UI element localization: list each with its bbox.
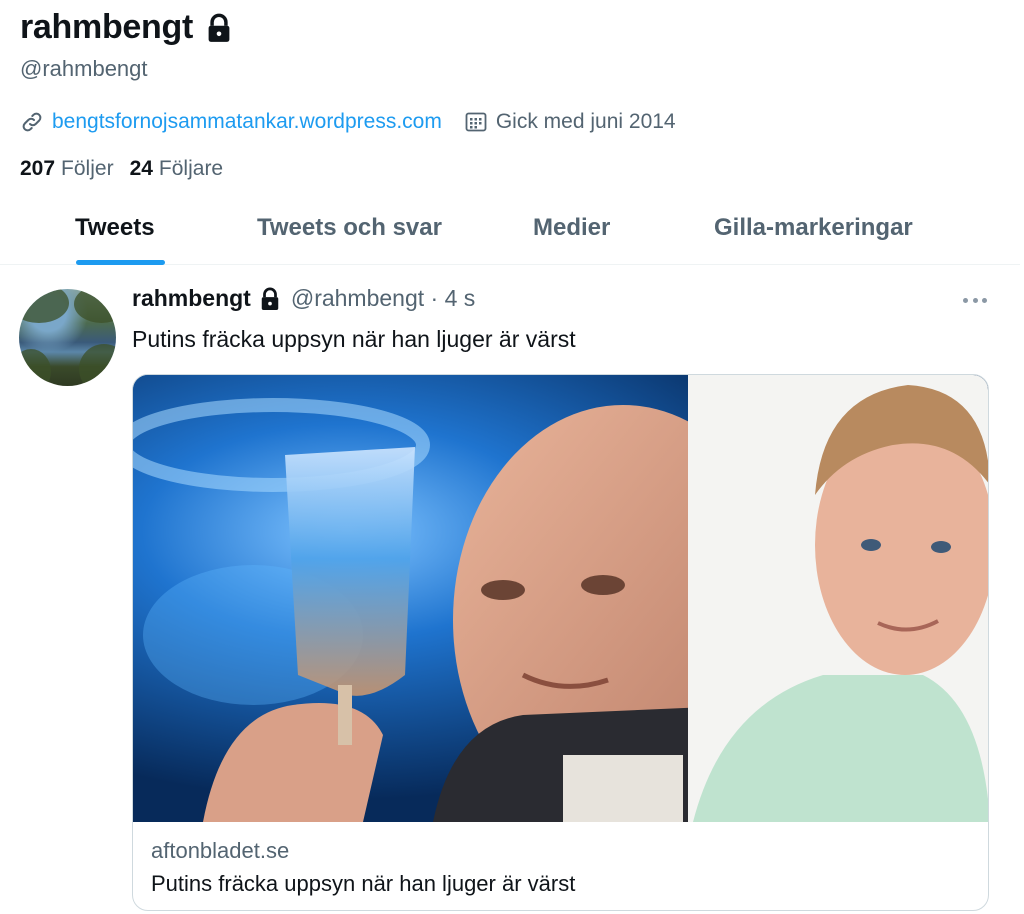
tweet-author-name[interactable]: rahmbengt [132, 285, 251, 312]
more-options-button[interactable] [960, 290, 990, 310]
tweet-author-handle[interactable]: @rahmbengt · 4 s [291, 285, 475, 312]
following-link[interactable]: 207 Följer [20, 157, 114, 181]
profile-handle: @rahmbengt [20, 56, 148, 81]
tab-media[interactable]: Medier [533, 214, 610, 242]
tweet-header: rahmbengt @rahmbengt · 4 s [132, 285, 475, 312]
active-tab-indicator [76, 260, 165, 265]
lock-icon [205, 13, 233, 43]
tweet-text: Putins fräcka uppsyn när han ljuger är v… [132, 326, 576, 352]
followers-count: 24 [129, 157, 153, 180]
calendar-icon [464, 110, 488, 134]
profile-meta: bengtsfornojsammatankar.wordpress.com Gi… [20, 110, 676, 134]
lock-icon [259, 287, 281, 311]
profile-name-row: rahmbengt [20, 8, 233, 47]
tab-likes[interactable]: Gilla-markeringar [714, 214, 913, 242]
tweet-time: 4 s [444, 285, 476, 311]
profile-website-link[interactable]: bengtsfornojsammatankar.wordpress.com [52, 110, 442, 134]
following-label: Följer [61, 157, 114, 180]
profile-tabs: Tweets Tweets och svar Medier Gilla-mark… [0, 200, 1020, 265]
avatar[interactable] [19, 289, 116, 386]
follow-stats: 207 Följer 24 Följare [20, 157, 239, 181]
following-count: 207 [20, 157, 56, 180]
joined-date: Gick med juni 2014 [495, 110, 676, 133]
card-title: Putins fräcka uppsyn när han ljuger är v… [151, 871, 576, 896]
tab-tweets[interactable]: Tweets [75, 214, 155, 242]
card-photo-illustration [133, 375, 988, 822]
followers-link[interactable]: 24 Följare [130, 157, 224, 181]
followers-label: Följare [158, 157, 224, 180]
link-card[interactable]: aftonbladet.se Putins fräcka uppsyn när … [132, 374, 989, 911]
profile-display-name: rahmbengt [20, 8, 193, 46]
tab-tweets-and-replies[interactable]: Tweets och svar [257, 214, 442, 242]
card-domain: aftonbladet.se [151, 838, 290, 863]
link-icon [20, 110, 44, 134]
card-image [133, 375, 988, 822]
profile-joined: Gick med juni 2014 [464, 110, 676, 134]
